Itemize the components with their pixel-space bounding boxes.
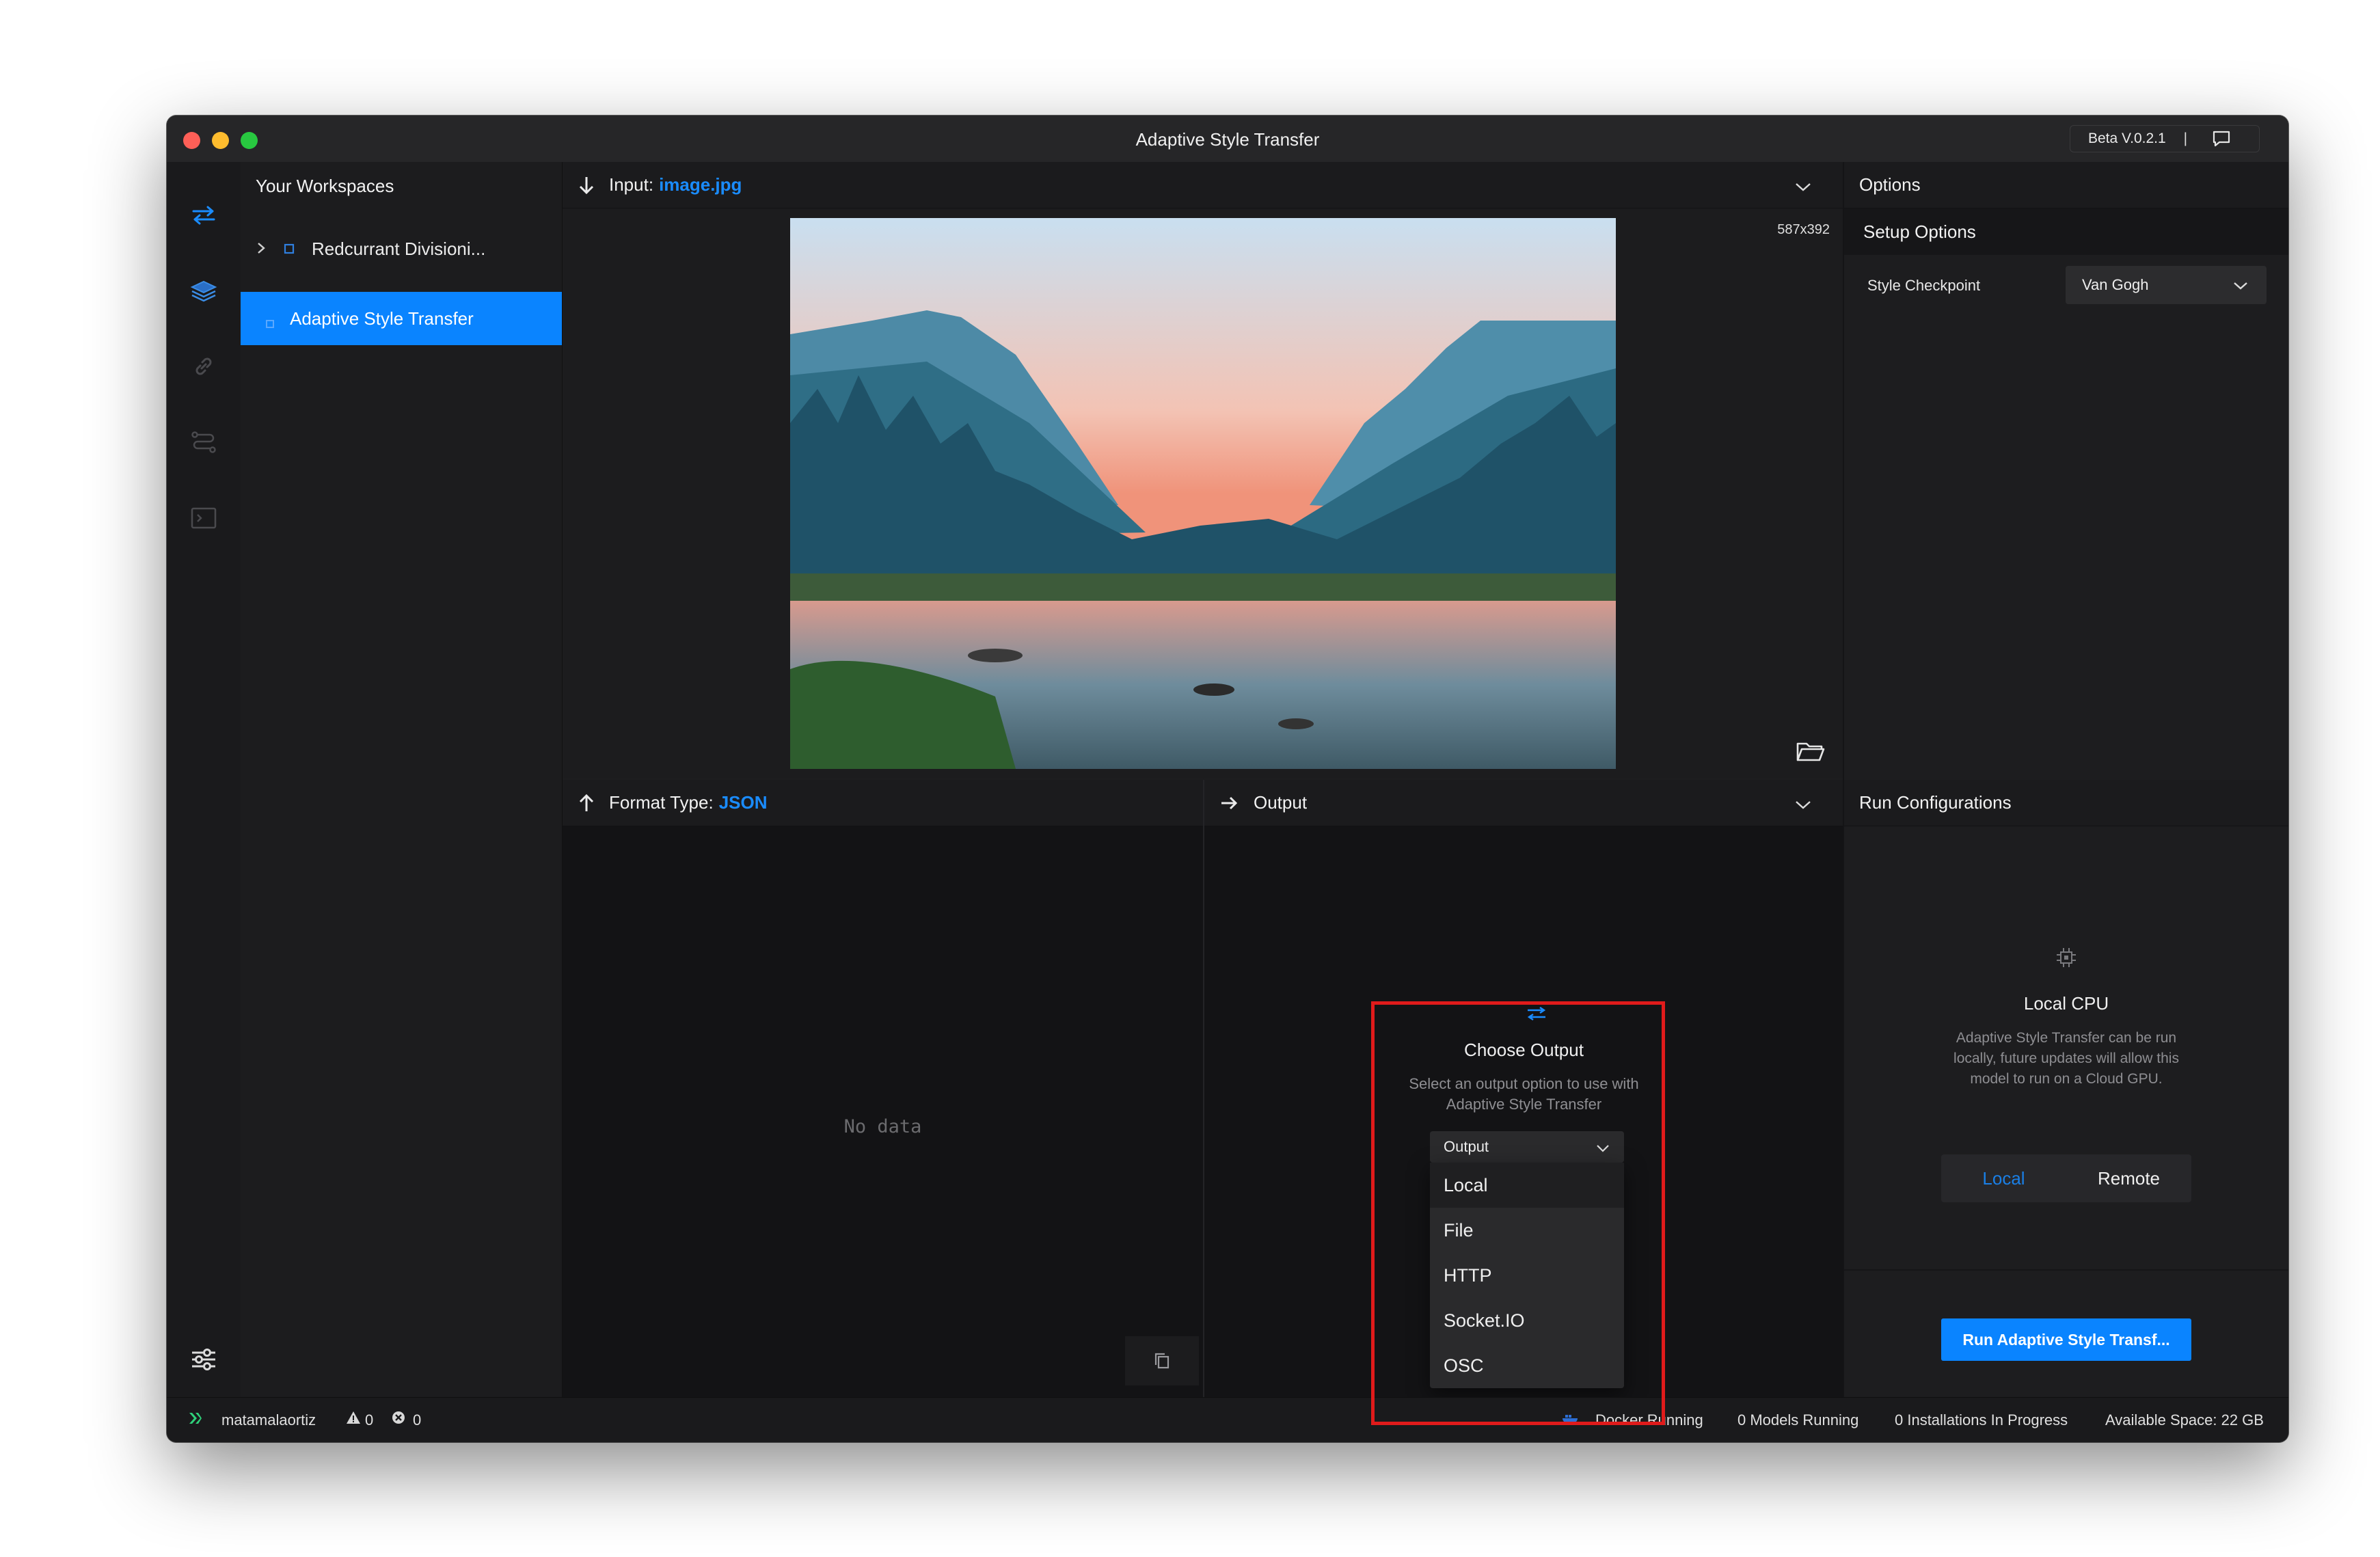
app-logo-icon <box>187 1410 204 1431</box>
run-location-toggle: Local Remote <box>1941 1154 2191 1202</box>
chevron-down-icon <box>2232 278 2249 296</box>
options-header: Options <box>1859 174 1921 195</box>
output-header: Output <box>1254 792 1308 813</box>
format-label: Format Type: <box>609 792 714 813</box>
status-bar: matamalaortiz 0 0 Docker Running 0 Model… <box>167 1397 2288 1442</box>
panel-divider <box>1843 162 1844 1398</box>
feedback-chat-icon[interactable] <box>2212 130 2231 148</box>
sidebar-item-label: Redcurrant Divisioni... <box>312 238 486 259</box>
status-models: 0 Models Running <box>1737 1411 1859 1429</box>
options-panel: Setup Options Style Checkpoint Van Gogh <box>1844 208 2288 778</box>
version-label: Beta V.0.2.1 <box>2088 131 2166 146</box>
chevron-down-icon[interactable] <box>1794 177 1812 198</box>
sidebar-item-redcurrant[interactable]: Redcurrant Divisioni... <box>241 222 562 275</box>
chevron-down-icon[interactable] <box>1794 795 1812 816</box>
run-config-panel: Local CPU Adaptive Style Transfer can be… <box>1844 826 2288 1398</box>
warning-icon <box>346 1410 361 1429</box>
run-config-header: Run Configurations <box>1859 792 2012 813</box>
open-folder-icon[interactable] <box>1796 738 1826 766</box>
workspace-node-icon <box>283 239 312 260</box>
status-warnings-count: 0 <box>365 1411 374 1429</box>
style-checkpoint-label: Style Checkpoint <box>1867 277 1981 294</box>
terminal-icon[interactable] <box>189 503 219 533</box>
run-desc-2: locally, future updates will allow this <box>1953 1051 2179 1066</box>
toggle-local[interactable]: Local <box>1941 1154 2066 1202</box>
no-data-text: No data <box>843 1116 922 1137</box>
error-icon <box>391 1410 406 1429</box>
chevron-right-icon[interactable] <box>256 239 275 260</box>
route-icon[interactable] <box>189 427 219 457</box>
input-image <box>790 218 1616 769</box>
input-filename[interactable]: image.jpg <box>659 174 742 195</box>
status-user[interactable]: matamalaortiz <box>221 1411 316 1429</box>
settings-sliders-icon[interactable] <box>189 1344 219 1375</box>
copy-icon <box>1154 1353 1169 1369</box>
status-space: Available Space: 22 GB <box>2105 1411 2264 1429</box>
sidebar-item-adaptive-style-transfer[interactable]: Adaptive Style Transfer <box>241 292 562 345</box>
annotation-highlight-box <box>1371 1001 1665 1425</box>
title-bar: Adaptive Style Transfer Beta V.0.2.1 | <box>167 116 2288 163</box>
status-installs: 0 Installations In Progress <box>1895 1411 2068 1429</box>
input-label: Input: <box>609 174 654 195</box>
setup-options-header: Setup Options <box>1844 208 2288 255</box>
input-panel: 587x392 <box>563 208 1843 778</box>
run-config-panel-header: Run Configurations <box>1844 780 2288 826</box>
link-icon[interactable] <box>189 351 219 381</box>
setup-options-label: Setup Options <box>1863 221 1976 242</box>
arrow-right-icon <box>1219 795 1239 811</box>
arrow-up-icon <box>578 793 595 813</box>
toggle-remote[interactable]: Remote <box>2066 1154 2191 1202</box>
workspace-node-icon <box>265 312 278 328</box>
swap-arrows-icon[interactable] <box>189 200 219 230</box>
input-panel-header: Input: image.jpg <box>563 162 1843 208</box>
workspaces-header: Your Workspaces <box>241 162 562 210</box>
copy-button[interactable] <box>1125 1336 1199 1385</box>
style-checkpoint-select[interactable]: Van Gogh <box>2066 266 2267 304</box>
status-errors-count: 0 <box>413 1411 422 1429</box>
format-value[interactable]: JSON <box>719 792 768 813</box>
run-desc-1: Adaptive Style Transfer can be run <box>1956 1030 2177 1046</box>
run-section-divider <box>1844 1269 2288 1271</box>
arrow-down-icon <box>578 175 595 195</box>
output-panel-header: Output <box>1204 780 1843 826</box>
image-dimensions: 587x392 <box>1777 222 1830 237</box>
window-title: Adaptive Style Transfer <box>1135 129 1320 150</box>
format-panel-header: Format Type: JSON <box>563 780 1203 826</box>
run-target-title: Local CPU <box>2023 993 2109 1014</box>
run-model-button[interactable]: Run Adaptive Style Transf... <box>1941 1318 2191 1361</box>
version-box: Beta V.0.2.1 | <box>2070 125 2260 152</box>
nav-rail <box>167 162 241 1398</box>
layers-icon[interactable] <box>189 276 219 306</box>
options-panel-header: Options <box>1844 162 2288 208</box>
format-panel: No data <box>563 826 1203 1398</box>
sidebar-item-label: Adaptive Style Transfer <box>290 308 474 329</box>
workspaces-sidebar: Your Workspaces Redcurrant Divisioni... … <box>241 162 563 1398</box>
app-window: Adaptive Style Transfer Beta V.0.2.1 | Y… <box>167 116 2288 1442</box>
cpu-chip-icon <box>2053 944 2080 975</box>
run-desc-3: model to run on a Cloud GPU. <box>1970 1071 2163 1087</box>
style-checkpoint-value: Van Gogh <box>2082 276 2149 293</box>
version-separator: | <box>2183 131 2188 146</box>
